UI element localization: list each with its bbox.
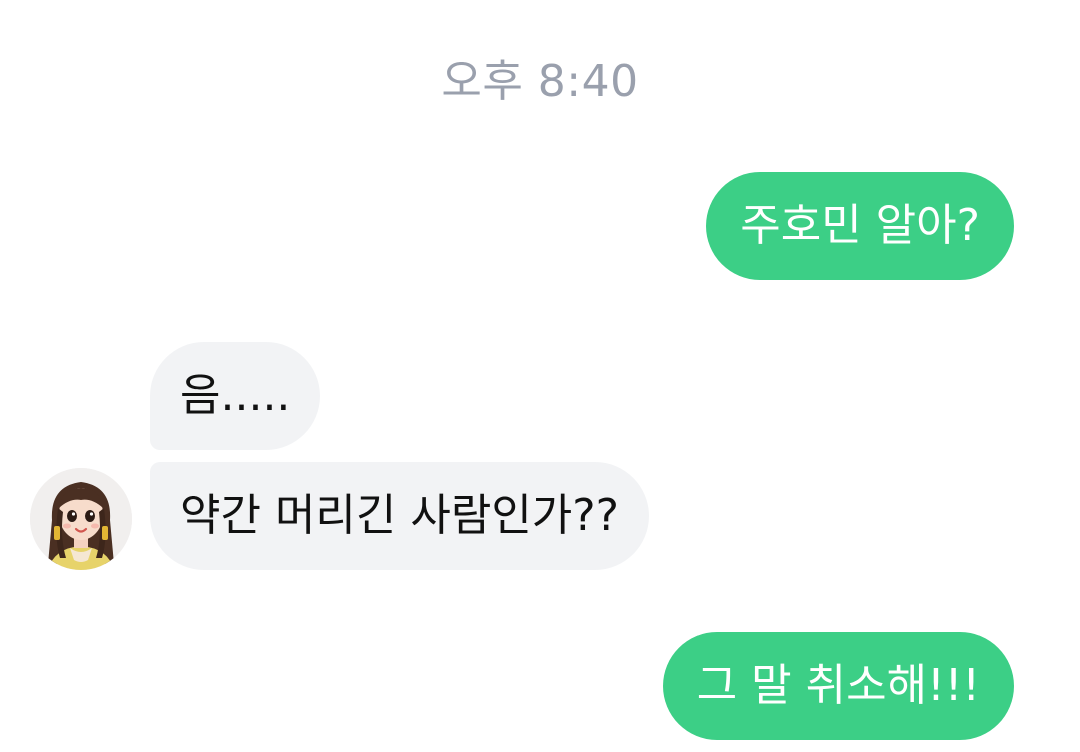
sent-message-bubble[interactable]: 주호민 알아? <box>706 172 1014 280</box>
sent-message-bubble[interactable]: 그 말 취소해!!! <box>662 632 1014 740</box>
received-message-bubble[interactable]: 약간 머리긴 사람인가?? <box>150 462 649 570</box>
message-text: 음..... <box>180 370 291 421</box>
message-text: 약간 머리긴 사람인가?? <box>180 490 619 541</box>
received-message-bubble[interactable]: 음..... <box>150 342 321 450</box>
timestamp: 오후 8:40 <box>441 56 639 107</box>
contact-avatar[interactable] <box>30 468 132 570</box>
avatar-illustration-icon <box>30 468 132 570</box>
message-text: 주호민 알아? <box>740 200 980 251</box>
message-text: 그 말 취소해!!! <box>696 660 980 711</box>
